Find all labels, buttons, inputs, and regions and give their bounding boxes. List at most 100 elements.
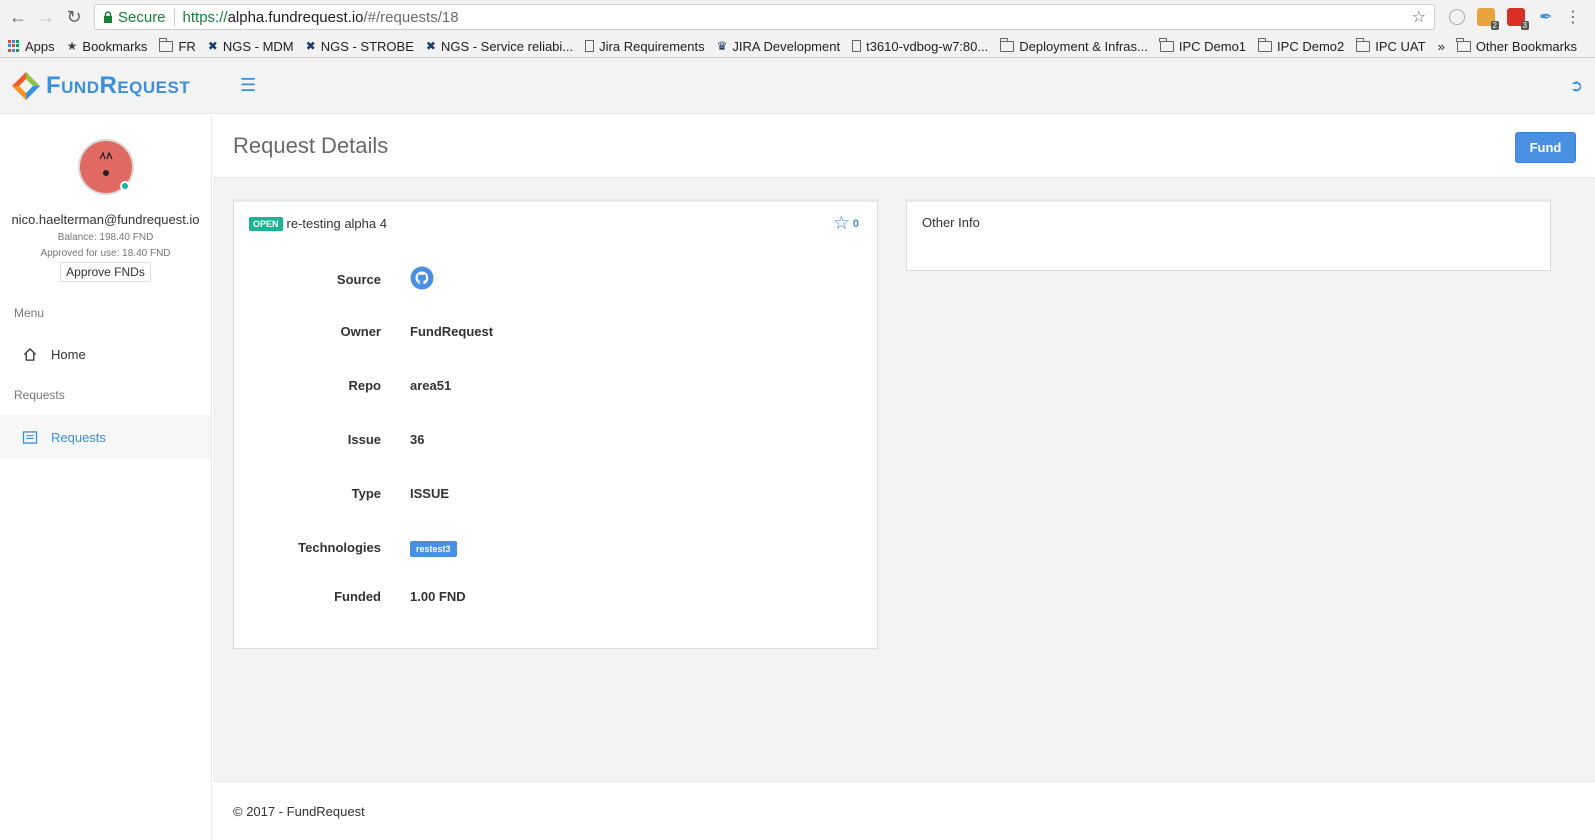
browser-chrome: ← → ↻ Secure https:// alpha.fundrequest.… xyxy=(0,0,1595,58)
forward-icon[interactable]: → xyxy=(34,5,58,29)
bookmark-label: NGS - MDM xyxy=(222,38,294,54)
extension-metamask-icon[interactable]: 2 xyxy=(1477,8,1499,30)
document-icon xyxy=(852,40,862,52)
request-title: re-testing alpha 4 xyxy=(286,216,387,231)
repo-value: area51 xyxy=(410,378,452,393)
jira-icon: ♛ xyxy=(716,39,728,53)
sidebar-item-label: Requests xyxy=(51,429,106,445)
source-row: Source xyxy=(234,266,877,293)
footer-text: © 2017 - FundRequest xyxy=(233,804,365,819)
lock-icon xyxy=(104,11,112,23)
bookmark-fr[interactable]: FR xyxy=(158,37,196,54)
source-label: Source xyxy=(336,272,381,287)
folder-icon xyxy=(999,37,1015,52)
bookmark-t3610[interactable]: t3610-vdbog-w7:80... xyxy=(852,39,988,54)
bookmark-label: FR xyxy=(178,38,196,54)
address-bar[interactable]: Secure https:// alpha.fundrequest.io /#/… xyxy=(94,4,1435,30)
home-icon xyxy=(23,347,37,361)
page-title: Request Details xyxy=(233,133,389,158)
tools-icon: ✖ xyxy=(207,39,218,53)
back-icon[interactable]: ← xyxy=(6,5,30,29)
github-icon[interactable] xyxy=(410,266,434,290)
extension-calendar-icon[interactable]: 3 xyxy=(1507,8,1529,30)
bookmark-other[interactable]: Other Bookmarks xyxy=(1456,37,1577,54)
folder-icon xyxy=(1355,37,1371,52)
avatar xyxy=(77,139,134,195)
url-path: /#/requests/18 xyxy=(363,8,459,26)
owner-value: FundRequest xyxy=(410,324,494,339)
folder-icon xyxy=(1159,37,1174,52)
bookmarks-overflow[interactable]: » xyxy=(1438,39,1445,54)
approve-fnds-button[interactable]: Approve FNDs xyxy=(60,262,151,282)
secure-label: Secure xyxy=(118,8,166,26)
bookmark-ipc-demo2[interactable]: IPC Demo2 xyxy=(1257,37,1344,54)
bookmark-ngs-service[interactable]: ✖ NGS - Service reliabi... xyxy=(426,39,573,54)
logo[interactable]: FundRequest xyxy=(10,70,222,102)
bookmark-star-icon[interactable]: ☆ xyxy=(1412,7,1426,27)
technologies-value: restest3 xyxy=(410,540,457,557)
sidebar-item-requests[interactable]: Requests xyxy=(0,415,211,459)
url-host: alpha.fundrequest.io xyxy=(227,8,364,26)
tools-icon: ✖ xyxy=(425,39,436,53)
bookmark-bookmarks[interactable]: ★ Bookmarks xyxy=(67,39,148,54)
funded-label: Funded xyxy=(334,589,381,604)
other-info-title: Other Info xyxy=(922,215,980,230)
bookmark-label: Deployment & Infras... xyxy=(1019,38,1148,54)
type-value: ISSUE xyxy=(410,486,450,501)
tools-icon: ✖ xyxy=(305,39,316,53)
issue-row: Issue 36 xyxy=(234,432,877,447)
issue-value: 36 xyxy=(410,432,425,447)
url-scheme: https:// xyxy=(182,8,228,26)
star-icon: ★ xyxy=(66,39,78,53)
bookmark-label: JIRA Development xyxy=(732,38,841,54)
profile: nico.haelterman@fundrequest.io Balance: … xyxy=(0,115,211,282)
user-email: nico.haelterman@fundrequest.io xyxy=(11,212,200,227)
star-icon: ☆ xyxy=(832,213,850,234)
type-label: Type xyxy=(351,486,381,501)
extension-badge: 2 xyxy=(1490,21,1499,30)
repo-row: Repo area51 xyxy=(234,378,877,393)
sign-out-icon[interactable]: ➲ xyxy=(1570,76,1583,96)
bookmark-label: NGS - Service reliabi... xyxy=(440,38,574,54)
folder-icon xyxy=(158,37,174,52)
bookmark-label: IPC Demo1 xyxy=(1178,38,1247,54)
bookmark-ipc-demo1[interactable]: IPC Demo1 xyxy=(1159,37,1247,54)
other-info-card: Other Info xyxy=(906,199,1551,271)
chrome-menu-icon[interactable]: ⋮ xyxy=(1561,5,1585,29)
main-content: Request Details Fund OPEN re-testing alp… xyxy=(213,115,1595,840)
requests-heading: Requests xyxy=(14,388,65,402)
extension-feather-icon[interactable]: ✒ xyxy=(1537,8,1555,26)
bookmark-jira-requirements[interactable]: Jira Requirements xyxy=(585,39,705,54)
bookmark-ipc-uat[interactable]: IPC UAT xyxy=(1355,37,1426,54)
bookmark-ngs-strobe[interactable]: ✖ NGS - STROBE xyxy=(306,39,414,54)
bookmark-label: Jira Requirements xyxy=(599,38,705,54)
bookmark-ngs-mdm[interactable]: ✖ NGS - MDM xyxy=(208,39,294,54)
extension-circle-icon[interactable] xyxy=(1449,9,1465,25)
online-status-dot xyxy=(119,181,130,191)
balance-text: Balance: 198.40 FND xyxy=(57,232,154,243)
funded-value: 1.00 FND xyxy=(410,589,466,604)
footer: © 2017 - FundRequest xyxy=(213,781,1595,840)
star-button[interactable]: ☆ 0 xyxy=(833,214,859,233)
bookmark-apps[interactable]: Apps xyxy=(8,39,55,54)
bookmark-label: IPC UAT xyxy=(1375,38,1426,54)
technologies-label: Technologies xyxy=(298,540,381,555)
folder-icon xyxy=(1257,37,1273,52)
type-row: Type ISSUE xyxy=(234,486,877,501)
bookmark-deployment[interactable]: Deployment & Infras... xyxy=(999,37,1148,54)
bookmark-jira-development[interactable]: ♛ JIRA Development xyxy=(717,39,840,54)
reload-icon[interactable]: ↻ xyxy=(62,5,86,29)
page-heading: Request Details Fund xyxy=(213,115,1595,178)
document-icon xyxy=(585,40,595,52)
fundrequest-logo-icon xyxy=(12,71,40,100)
fund-button[interactable]: Fund xyxy=(1515,132,1576,163)
sidebar-item-home[interactable]: Home xyxy=(0,332,211,376)
bookmark-label: t3610-vdbog-w7:80... xyxy=(866,38,989,54)
folder-icon xyxy=(1456,37,1471,52)
source-value xyxy=(410,266,434,293)
secure-indicator[interactable]: Secure xyxy=(103,8,175,26)
hamburger-icon[interactable]: ☰ xyxy=(240,75,256,96)
extension-badge: 3 xyxy=(1520,21,1529,30)
issue-label: Issue xyxy=(347,432,381,447)
technology-badge[interactable]: restest3 xyxy=(410,541,457,557)
